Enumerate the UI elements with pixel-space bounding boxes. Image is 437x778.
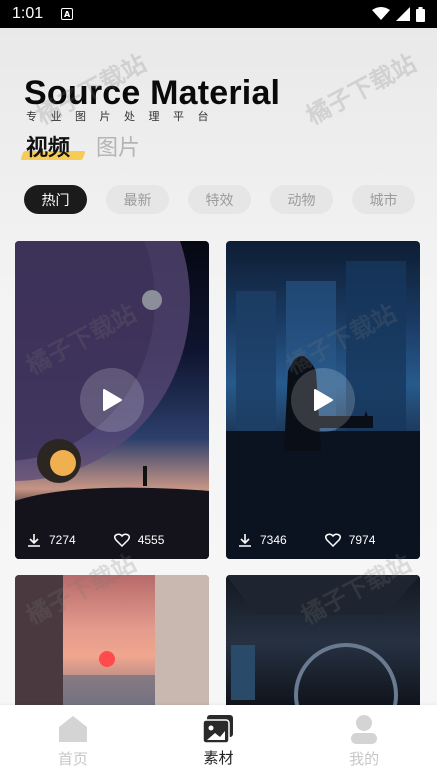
status-time: 1:01 bbox=[12, 5, 44, 22]
home-icon bbox=[58, 716, 87, 742]
nav-material-label: 素材 bbox=[203, 749, 234, 767]
watermark: 橘子下载站 bbox=[301, 49, 421, 131]
like-count: 4555 bbox=[137, 533, 165, 547]
page-subtitle: 专业图片处理平台 bbox=[26, 110, 222, 123]
play-icon bbox=[103, 389, 122, 411]
card-thumbnail-sunset bbox=[15, 575, 209, 710]
video-card[interactable] bbox=[15, 575, 209, 710]
play-button[interactable] bbox=[291, 368, 355, 432]
nav-home[interactable]: 首页 bbox=[33, 714, 113, 769]
wifi-icon bbox=[372, 7, 390, 20]
profile-icon bbox=[351, 715, 378, 744]
bottom-nav: 首页 素材 我的 bbox=[0, 705, 437, 778]
heart-icon[interactable] bbox=[324, 533, 341, 547]
card-stats: 7274 4555 bbox=[27, 533, 164, 547]
tab-video[interactable]: 视频 bbox=[26, 136, 70, 162]
download-icon bbox=[28, 534, 40, 547]
chip-latest[interactable]: 最新 bbox=[106, 185, 169, 214]
tab-image[interactable]: 图片 bbox=[96, 136, 140, 162]
download-icon bbox=[239, 534, 251, 547]
material-icon bbox=[203, 715, 234, 743]
download-count: 7346 bbox=[260, 533, 287, 547]
nav-profile-label: 我的 bbox=[349, 750, 380, 768]
status-bar: 1:01 A bbox=[0, 0, 437, 28]
nav-home-label: 首页 bbox=[57, 750, 88, 768]
notification-a-icon: A bbox=[61, 8, 74, 20]
battery-icon bbox=[416, 6, 425, 22]
nav-material[interactable]: 素材 bbox=[178, 715, 258, 768]
signal-icon bbox=[396, 7, 410, 21]
nav-profile[interactable]: 我的 bbox=[324, 714, 404, 769]
chip-city[interactable]: 城市 bbox=[352, 185, 415, 214]
download-count: 7274 bbox=[49, 533, 76, 547]
video-card[interactable]: 7346 7974 bbox=[226, 241, 420, 559]
chip-hot[interactable]: 热门 bbox=[24, 185, 87, 214]
category-chips: 热门 最新 特效 动物 城市 bbox=[24, 185, 415, 214]
play-icon bbox=[314, 389, 333, 411]
play-button[interactable] bbox=[80, 368, 144, 432]
card-stats: 7346 7974 bbox=[238, 533, 375, 547]
chip-effects[interactable]: 特效 bbox=[188, 185, 251, 214]
card-thumbnail-scifi bbox=[226, 575, 420, 710]
like-count: 7974 bbox=[348, 533, 376, 547]
heart-icon[interactable] bbox=[113, 533, 130, 547]
chip-animals[interactable]: 动物 bbox=[270, 185, 333, 214]
content-tabs: 视频 图片 bbox=[26, 136, 140, 162]
video-card[interactable] bbox=[226, 575, 420, 710]
video-card[interactable]: 7274 4555 bbox=[15, 241, 209, 559]
